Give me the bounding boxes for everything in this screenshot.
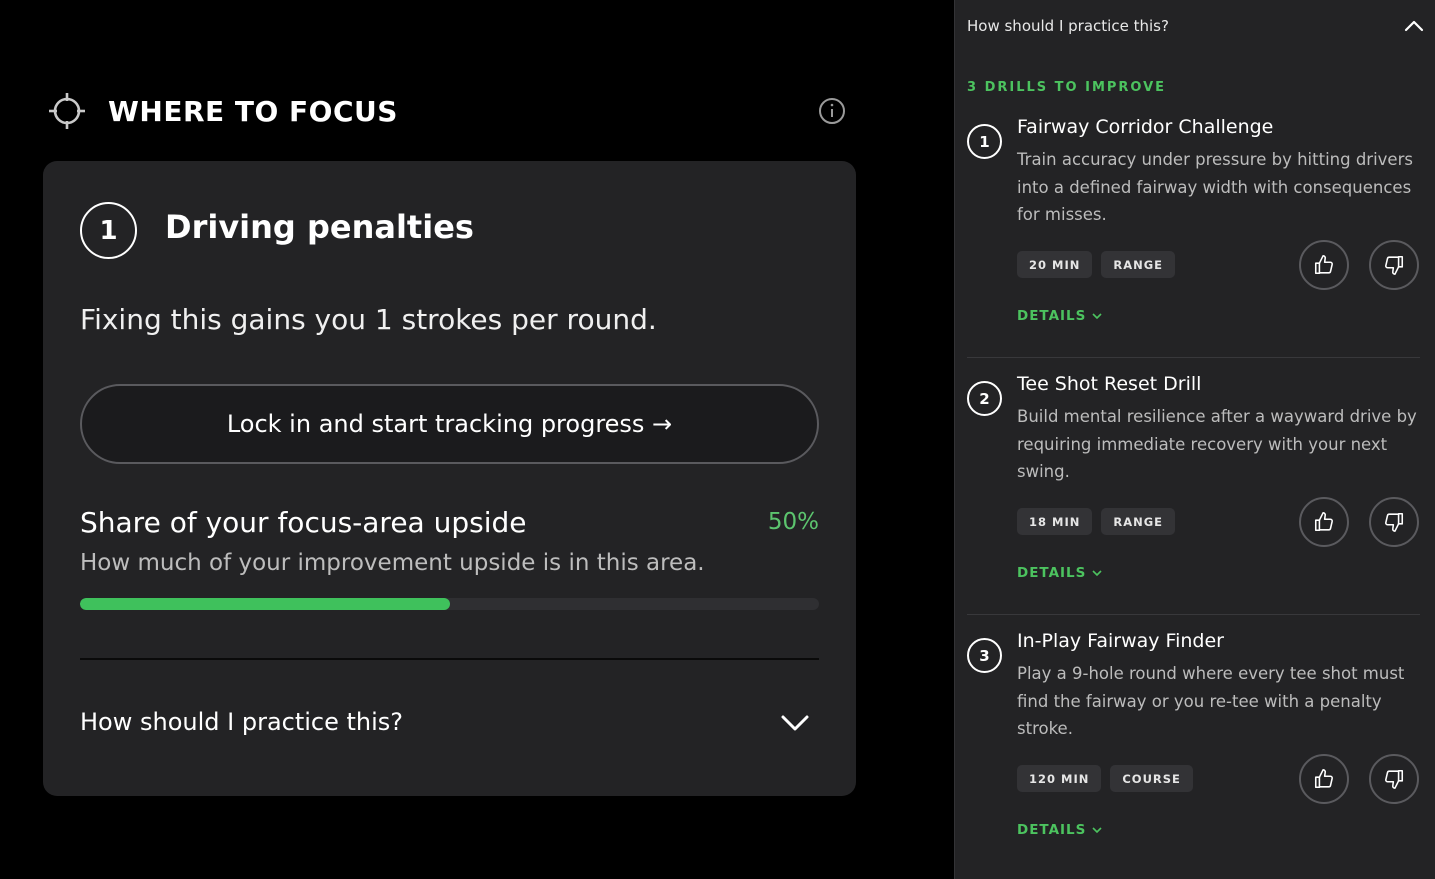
drill-tags: 20 MIN RANGE: [1017, 251, 1176, 278]
share-percent: 50%: [767, 509, 819, 535]
drill-number: 1: [967, 124, 1002, 159]
chevron-down-icon: [1092, 827, 1102, 834]
drill-tags: 120 MIN COURSE: [1017, 765, 1193, 792]
crosshair-icon: [49, 93, 85, 129]
duration-tag: 120 MIN: [1017, 765, 1102, 792]
focus-area-title: Driving penalties: [165, 208, 474, 246]
gain-summary: Fixing this gains you 1 strokes per roun…: [80, 303, 657, 336]
details-link[interactable]: DETAILS: [1017, 308, 1102, 324]
practice-panel-header[interactable]: How should I practice this?: [967, 0, 1425, 52]
drill-number: 2: [967, 381, 1002, 416]
thumbs-up-button[interactable]: [1299, 754, 1349, 804]
page-title: WHERE TO FOCUS: [108, 94, 398, 128]
thumbs-down-icon: [1385, 769, 1404, 789]
duration-tag: 20 MIN: [1017, 251, 1093, 278]
details-label: DETAILS: [1017, 565, 1087, 581]
details-label: DETAILS: [1017, 822, 1087, 838]
thumbs-down-icon: [1385, 512, 1404, 532]
progress-bar: [80, 598, 819, 610]
chevron-up-icon[interactable]: [1403, 15, 1425, 37]
drill-tags: 18 MIN RANGE: [1017, 508, 1176, 535]
thumbs-down-icon: [1385, 255, 1404, 275]
thumbs-up-button[interactable]: [1299, 240, 1349, 290]
location-tag: COURSE: [1110, 765, 1193, 792]
drill-description: Build mental resilience after a wayward …: [1017, 407, 1417, 481]
drill-description: Train accuracy under pressure by hitting…: [1017, 150, 1413, 224]
chevron-down-icon: [1092, 570, 1102, 577]
drill-description: Play a 9-hole round where every tee shot…: [1017, 664, 1405, 738]
share-title: Share of your focus-area upside: [80, 506, 527, 539]
thumbs-up-icon: [1314, 512, 1333, 532]
focus-header: WHERE TO FOCUS: [48, 88, 848, 134]
drills-heading: 3 DRILLS TO IMPROVE: [967, 80, 1167, 95]
info-icon[interactable]: [818, 97, 846, 125]
chevron-down-icon: [781, 715, 809, 731]
duration-tag: 18 MIN: [1017, 508, 1093, 535]
focus-pane: WHERE TO FOCUS 1 Driving penalties Fixin…: [0, 0, 954, 879]
drill-separator: [967, 357, 1420, 358]
drill-title: Fairway Corridor Challenge: [1017, 116, 1274, 138]
location-tag: RANGE: [1101, 508, 1176, 535]
drill-number: 3: [967, 638, 1002, 673]
details-label: DETAILS: [1017, 308, 1087, 324]
drill-title: In-Play Fairway Finder: [1017, 630, 1224, 652]
share-description: How much of your improvement upside is i…: [80, 550, 705, 576]
lock-in-button[interactable]: Lock in and start tracking progress →: [80, 384, 819, 464]
rank-badge: 1: [80, 202, 137, 259]
practice-panel-title: How should I practice this?: [967, 17, 1169, 35]
progress-bar-fill: [80, 598, 450, 610]
thumbs-up-icon: [1314, 255, 1333, 275]
details-link[interactable]: DETAILS: [1017, 565, 1102, 581]
practice-panel: How should I practice this? 3 DRILLS TO …: [954, 0, 1435, 879]
divider: [80, 658, 819, 660]
drill-separator: [967, 614, 1420, 615]
thumbs-down-button[interactable]: [1369, 240, 1419, 290]
location-tag: RANGE: [1101, 251, 1176, 278]
drill-title: Tee Shot Reset Drill: [1017, 373, 1202, 395]
practice-toggle[interactable]: How should I practice this?: [80, 692, 819, 752]
app-root: WHERE TO FOCUS 1 Driving penalties Fixin…: [0, 0, 1435, 879]
thumbs-up-button[interactable]: [1299, 497, 1349, 547]
thumbs-up-icon: [1314, 769, 1333, 789]
chevron-down-icon: [1092, 313, 1102, 320]
thumbs-down-button[interactable]: [1369, 754, 1419, 804]
practice-toggle-label: How should I practice this?: [80, 708, 404, 736]
focus-card: 1 Driving penalties Fixing this gains yo…: [43, 161, 856, 796]
thumbs-down-button[interactable]: [1369, 497, 1419, 547]
details-link[interactable]: DETAILS: [1017, 822, 1102, 838]
